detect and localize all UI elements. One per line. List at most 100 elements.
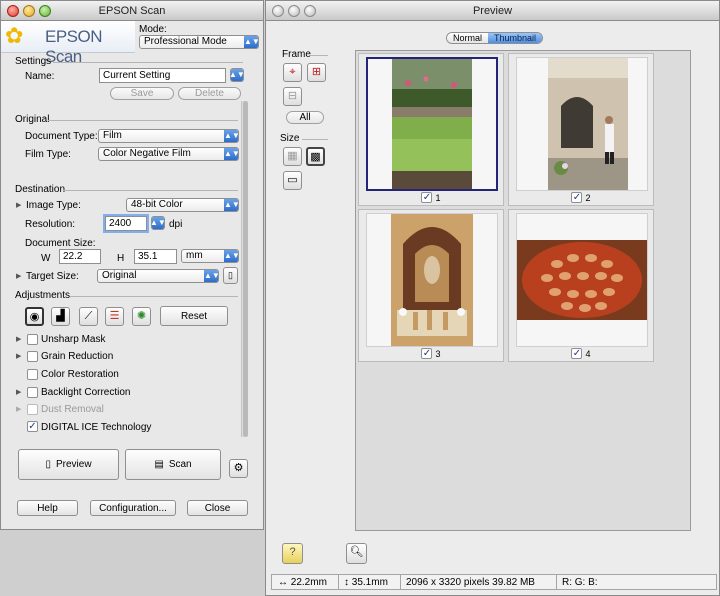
color-palette-button[interactable]: ✺ (132, 307, 151, 326)
thumbnail-1-checkbox[interactable]: ✓ (421, 192, 433, 203)
dust-removal-checkbox[interactable] (27, 404, 38, 415)
delete-marquee-icon[interactable]: ⊟ (283, 87, 302, 106)
thumbnail-number: 2 (585, 192, 591, 203)
epson-scan-window: EPSON Scan ✿ EPSON Scan Mode: Profession… (0, 0, 264, 530)
status-pixels: 2096 x 3320 pixels 39.82 MB (406, 577, 535, 588)
marquee-icon[interactable]: ⊞ (307, 63, 326, 82)
film-type-select[interactable]: Color Negative Film ▲▼ (98, 147, 239, 161)
resolution-input[interactable]: 2400 (105, 216, 147, 231)
target-size-select[interactable]: Original ▲▼ (97, 269, 219, 283)
film-type-label: Film Type: (25, 149, 71, 160)
expand-triangle-icon: ▶ (16, 406, 22, 413)
tab-normal[interactable]: Normal (447, 33, 489, 43)
frame-divider (310, 55, 328, 56)
help-question-icon[interactable]: ? (282, 543, 303, 564)
settings-divider (53, 62, 243, 63)
thumbnail-image[interactable] (366, 213, 498, 347)
thumbnail-image[interactable] (366, 57, 498, 191)
expand-triangle-icon[interactable]: ▶ (16, 388, 21, 396)
status-width: ↔ 22.2mm (278, 577, 327, 588)
unit-select[interactable]: mm ▲▼ (181, 249, 239, 263)
backlight-correction-checkbox[interactable] (27, 387, 38, 398)
page-icon[interactable]: ▯ (223, 267, 238, 284)
sliders-icon: ☰ (109, 310, 120, 322)
height-label: H (117, 253, 125, 264)
setting-name-field[interactable]: Current Setting (99, 68, 226, 83)
save-button[interactable]: Save (110, 87, 174, 100)
grain-reduction-label: Grain Reduction (41, 351, 114, 362)
thumbnail-3-checkbox[interactable]: ✓ (421, 348, 433, 359)
color-restoration-checkbox[interactable] (27, 369, 38, 380)
close-button[interactable]: Close (187, 500, 248, 516)
width-label: W (41, 253, 51, 264)
color-restoration-label: Color Restoration (41, 369, 119, 380)
status-bar: ↔ 22.2mm ↕ 35.1mm 2096 x 3320 pixels 39.… (271, 574, 717, 590)
target-size-value: Original (102, 270, 137, 281)
thumbnail-2-checkbox[interactable]: ✓ (571, 192, 583, 203)
film-type-value: Color Negative Film (103, 148, 191, 159)
settings-scrollbar[interactable] (241, 101, 248, 437)
view-mode-toggle: Normal Thumbnail (446, 32, 544, 44)
original-heading: Original (15, 114, 50, 125)
resolution-stepper[interactable]: ▲▼ (151, 216, 165, 230)
thumbnail-2[interactable]: ✓ 2 (508, 53, 654, 206)
thumbnail-4[interactable]: ✓ 4 (508, 209, 654, 362)
vertical-arrows-icon: ↕ (344, 577, 349, 588)
document-type-value: Film (103, 130, 122, 141)
destination-divider (63, 190, 238, 191)
reset-button[interactable]: Reset (160, 306, 228, 326)
help-button[interactable]: Help (17, 500, 78, 516)
configuration-button[interactable]: Configuration... (90, 500, 176, 516)
thumbnail-image[interactable] (516, 57, 648, 191)
expand-triangle-icon[interactable]: ▶ (16, 201, 21, 209)
thumbnail-image[interactable] (516, 213, 648, 347)
expand-triangle-icon[interactable]: ▶ (16, 272, 21, 280)
preview-button[interactable]: ▯ Preview (18, 449, 119, 480)
chevron-down-icon: ▲▼ (152, 217, 164, 229)
grain-reduction-checkbox[interactable] (27, 351, 38, 362)
zoom-magnifier-icon[interactable]: 🔍︎ (346, 543, 367, 564)
fit-frame-icon[interactable]: ▭ (283, 171, 302, 190)
mode-select[interactable]: Professional Mode ▲▼ (139, 35, 259, 49)
all-button[interactable]: All (286, 111, 324, 124)
status-width-value: 22.2mm (290, 577, 327, 588)
auto-locate-icon[interactable]: ⌖ (283, 63, 302, 82)
thumbnail-3[interactable]: ✓ 3 (358, 209, 504, 362)
status-height: ↕ 35.1mm (344, 577, 388, 588)
document-type-label: Document Type: (25, 131, 98, 142)
scrollbar-thumb[interactable] (243, 101, 248, 437)
scan-window-title: EPSON Scan (98, 5, 166, 17)
status-divider (400, 575, 401, 589)
grid-small-icon[interactable]: ▦ (283, 147, 302, 166)
expand-triangle-icon[interactable]: ▶ (16, 335, 21, 343)
scan-button-label: Scan (168, 459, 192, 470)
image-type-select[interactable]: 48-bit Color ▲▼ (126, 198, 239, 212)
thumbnail-1[interactable]: ✓ 1 (358, 53, 504, 206)
width-input[interactable]: 22.2 (59, 249, 101, 264)
mode-value: Professional Mode (144, 36, 227, 47)
image-type-label: Image Type: (26, 200, 81, 211)
delete-button[interactable]: Delete (178, 87, 241, 100)
histogram-icon: ▟ (56, 310, 65, 322)
document-size-label: Document Size: (25, 238, 96, 249)
thumbnail-number: 4 (585, 348, 591, 359)
height-input[interactable]: 35.1 (134, 249, 177, 264)
thumbnail-4-checkbox[interactable]: ✓ (571, 348, 583, 359)
destination-heading: Destination (15, 184, 66, 195)
document-type-select[interactable]: Film ▲▼ (98, 129, 239, 143)
color-balance-button[interactable]: ☰ (105, 307, 124, 326)
digital-ice-checkbox[interactable]: ✓ (27, 421, 38, 432)
tone-correction-button[interactable]: ▟ (51, 307, 70, 326)
expand-triangle-icon[interactable]: ▶ (16, 352, 21, 360)
scanner-settings-icon[interactable]: ⚙ (229, 459, 248, 478)
scan-button[interactable]: ▤ Scan (125, 449, 221, 480)
curve-button[interactable]: ⟋ (79, 307, 98, 326)
unsharp-mask-checkbox[interactable] (27, 334, 38, 345)
histogram-icon-button[interactable]: ◉ (25, 307, 44, 326)
color-wheel-icon: ✺ (136, 310, 147, 322)
tab-thumbnail[interactable]: Thumbnail (488, 33, 543, 43)
grid-large-icon[interactable]: ▩ (306, 147, 325, 166)
setting-name-stepper[interactable]: ▲▼ (230, 68, 244, 82)
magnifier-icon: ◉ (29, 311, 40, 323)
adjustments-divider (70, 296, 238, 297)
